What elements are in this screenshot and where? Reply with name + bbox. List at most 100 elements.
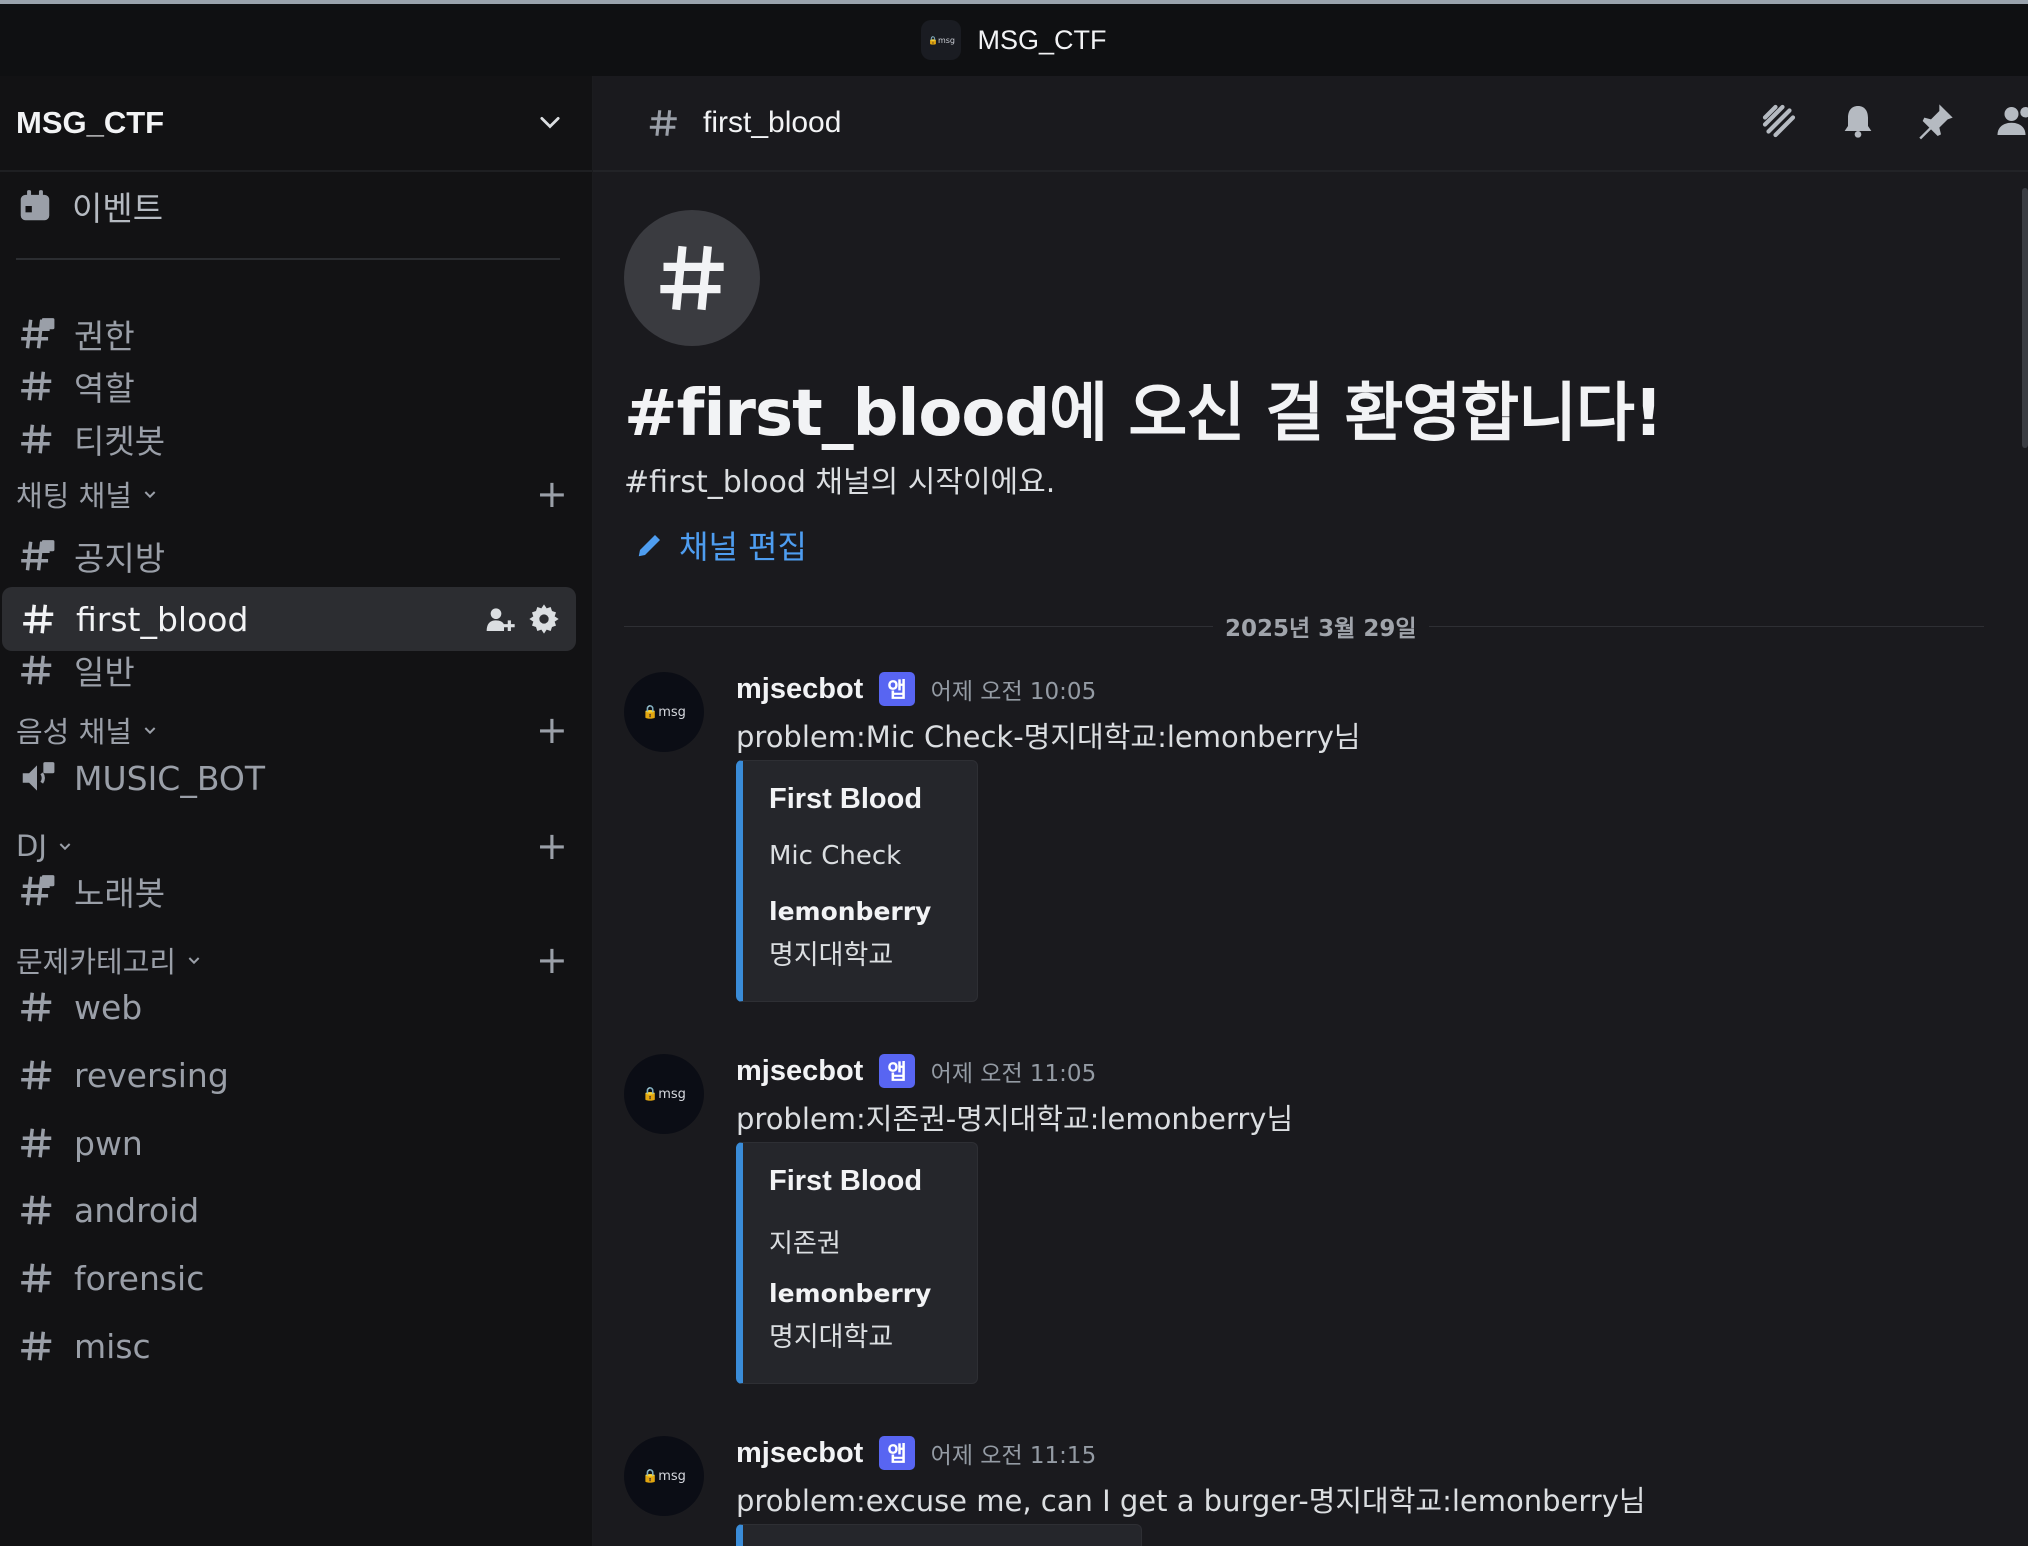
channel-label: android	[74, 1190, 200, 1230]
channel-label: first_blood	[76, 599, 249, 639]
hash-icon	[21, 992, 52, 1022]
timestamp: 어제 오전 11:05	[930, 1061, 1097, 1087]
category-label: DJ	[16, 829, 47, 863]
chevron-down-icon	[59, 843, 71, 851]
channel-label: 권한	[74, 317, 135, 356]
sidebar-item-song-bot[interactable]: 노래봇	[0, 859, 574, 923]
pencil-icon	[638, 535, 660, 557]
hash-icon	[660, 245, 724, 311]
message: 🔒msg mjsecbot 앱 어제 오전 11:15 problem:excu…	[624, 1436, 2004, 1546]
message: 🔒msg mjsecbot 앱 어제 오전 10:05 problem:Mic …	[624, 672, 2004, 1002]
sidebar-item-problem[interactable]: web	[0, 975, 574, 1039]
sidebar-divider	[16, 258, 560, 260]
gear-icon[interactable]	[528, 603, 560, 635]
timestamp: 어제 오전 11:15	[930, 1443, 1097, 1469]
chevron-down-icon	[144, 727, 156, 735]
message-header: mjsecbot 앱 어제 오전 11:15	[736, 1436, 1096, 1470]
category-chat[interactable]: 채팅 채널 +	[16, 472, 568, 516]
avatar[interactable]: 🔒msg	[624, 672, 704, 752]
add-channel-icon[interactable]: +	[536, 941, 568, 979]
channel-welcome-icon	[624, 210, 760, 346]
message-text: problem:excuse me, can I get a burger-명지…	[736, 1484, 1646, 1518]
window-title: MSG_CTF	[977, 24, 1107, 55]
date-divider-label: 2025년 3월 29일	[1213, 609, 1429, 643]
hash-icon	[21, 1331, 52, 1361]
app-badge: 앱	[879, 672, 915, 706]
message: 🔒msg mjsecbot 앱 어제 오전 11:05 problem:지존권-…	[624, 1054, 2004, 1384]
channel-label: 역할	[74, 369, 135, 408]
embed-title: First Blood	[769, 783, 923, 815]
hash-icon	[649, 110, 677, 136]
chevron-down-icon[interactable]	[536, 109, 564, 137]
sidebar-item-problem[interactable]: reversing	[0, 1043, 574, 1107]
embed-field-school: 명지대학교	[769, 1322, 894, 1353]
sidebar-item-notice[interactable]: 공지방	[0, 524, 574, 588]
scrollbar[interactable]	[2022, 188, 2028, 448]
channel-label: 노래봇	[74, 874, 166, 913]
embed-description: Mic Check	[769, 841, 902, 871]
members-icon[interactable]	[1994, 100, 2028, 142]
hash-icon	[21, 655, 52, 685]
sidebar-item-music-bot[interactable]: MUSIC_BOT	[0, 746, 574, 810]
message-text: problem:Mic Check-명지대학교:lemonberry님	[736, 720, 1361, 754]
channel-label: web	[74, 987, 143, 1027]
pin-icon[interactable]	[1916, 101, 1956, 141]
server-name: MSG_CTF	[16, 105, 165, 140]
hash-icon	[21, 371, 52, 401]
invite-member-icon[interactable]	[484, 603, 516, 635]
hash-lock-icon	[21, 875, 55, 906]
edit-channel-link[interactable]: 채널 편집	[635, 522, 807, 568]
avatar[interactable]: 🔒msg	[624, 1054, 704, 1134]
channel-label: pwn	[74, 1123, 143, 1163]
add-channel-icon[interactable]: +	[536, 711, 568, 749]
threads-icon[interactable]	[1758, 100, 1800, 142]
sidebar-item-problem[interactable]: android	[0, 1178, 574, 1242]
embed-field-user: lemonberry	[769, 1279, 932, 1308]
welcome-subtitle: #first_blood 채널의 시작이에요.	[624, 465, 1056, 500]
sidebar-item-ticketbot[interactable]: 티켓봇	[0, 407, 574, 471]
channel-label: 일반	[74, 653, 135, 692]
message-header: mjsecbot 앱 어제 오전 10:05	[736, 672, 1096, 706]
author-name[interactable]: mjsecbot	[736, 1437, 863, 1470]
embed-title: First Blood	[769, 1165, 923, 1197]
channel-sidebar: MSG_CTF 이벤트 권한 역할 티켓봇 채팅 채널 + 공지방 일반 음성 …	[0, 76, 593, 1546]
calendar-icon	[20, 190, 50, 221]
server-icon: 🔒msg	[921, 20, 962, 60]
sidebar-item-problem[interactable]: forensic	[0, 1246, 574, 1310]
chevron-down-icon	[144, 491, 156, 499]
author-name[interactable]: mjsecbot	[736, 673, 863, 706]
author-name[interactable]: mjsecbot	[736, 1055, 863, 1088]
chevron-down-icon	[188, 957, 200, 965]
events-item[interactable]: 이벤트	[16, 182, 163, 230]
embed-card: First Blood 지존권 lemonberry 명지대학교	[736, 1142, 978, 1384]
avatar[interactable]: 🔒msg	[624, 1436, 704, 1516]
channel-label: misc	[74, 1326, 151, 1366]
server-header[interactable]: MSG_CTF	[0, 76, 592, 172]
category-label: 채팅 채널	[16, 479, 132, 513]
speaker-lock-icon	[22, 762, 55, 791]
hash-icon	[21, 1128, 52, 1158]
events-label: 이벤트	[72, 189, 164, 228]
channel-title: first_blood	[703, 106, 842, 139]
embed-field-user: lemonberry	[769, 897, 932, 926]
channel-label: 티켓봇	[74, 422, 166, 461]
message-header: mjsecbot 앱 어제 오전 11:05	[736, 1054, 1096, 1088]
sidebar-item-problem[interactable]: misc	[0, 1314, 574, 1378]
welcome-title: #first_blood에 오신 걸 환영합니다!	[624, 377, 1663, 451]
bell-icon[interactable]	[1838, 101, 1878, 141]
sidebar-item-problem[interactable]: pwn	[0, 1111, 574, 1175]
message-text: problem:지존권-명지대학교:lemonberry님	[736, 1102, 1294, 1136]
hash-icon	[21, 1195, 52, 1225]
timestamp: 어제 오전 10:05	[930, 679, 1097, 705]
channel-header: first_blood	[593, 76, 2028, 172]
add-channel-icon[interactable]: +	[536, 475, 568, 513]
channel-label: 공지방	[74, 539, 166, 578]
hash-icon	[21, 1060, 52, 1090]
sidebar-item-first-blood[interactable]: first_blood	[2, 587, 576, 651]
embed-description: 지존권	[769, 1229, 841, 1259]
window-titlebar: 🔒msg MSG_CTF	[0, 4, 2028, 76]
embed-field-school: 명지대학교	[769, 940, 894, 971]
channel-label: MUSIC_BOT	[74, 758, 266, 798]
app-badge: 앱	[879, 1436, 915, 1470]
hash-icon	[23, 604, 54, 634]
